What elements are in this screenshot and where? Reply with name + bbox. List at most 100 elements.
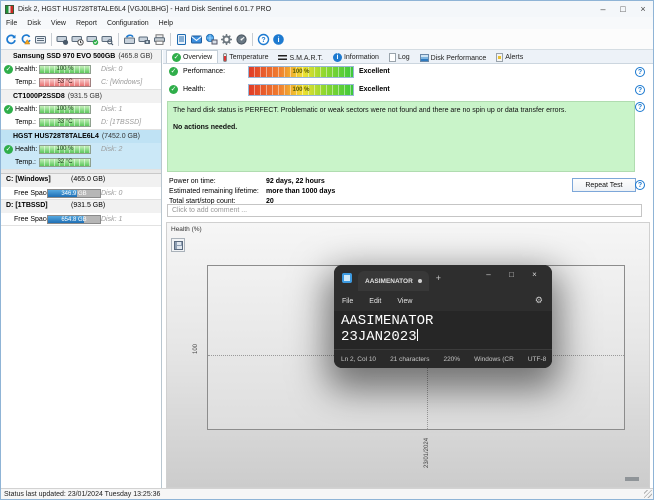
encoding: UTF-8 (521, 356, 552, 363)
notepad-titlebar: AASIMENATOR + – □ × (334, 265, 552, 291)
health-bar: 100 % (39, 65, 91, 74)
notepad-settings-gear-icon[interactable]: ⚙ (535, 295, 543, 306)
maximize-button[interactable]: □ (613, 1, 633, 17)
temp-bar: 53 °C (39, 78, 91, 87)
refresh-icon[interactable] (3, 31, 18, 47)
disk-tools-icon[interactable] (55, 31, 70, 47)
tab-temperature[interactable]: Temperature (218, 51, 273, 63)
menubar: File Disk View Report Configuration Help (1, 17, 653, 29)
free-space-label: Free Space (14, 216, 50, 223)
notepad-maximize-button[interactable]: □ (500, 265, 523, 287)
disk-check-icon[interactable] (85, 31, 100, 47)
volume-label: D: [1TBSSD] (101, 119, 141, 126)
disk-capacity: (931.5 GB) (68, 93, 102, 100)
disk-name: HGST HUS728T8TALE6L4 (13, 133, 99, 140)
email-icon[interactable] (189, 31, 204, 47)
help-icon[interactable]: ? (635, 180, 645, 190)
tab-overview[interactable]: ✓Overview (166, 50, 218, 63)
notepad-menubar: File Edit View ⚙ (334, 291, 552, 311)
app-icon (5, 5, 14, 14)
new-tab-button[interactable]: + (436, 273, 441, 283)
zoom-level: 220% (436, 356, 467, 363)
log-icon (389, 53, 396, 62)
disk-eject-icon[interactable] (122, 31, 137, 47)
lifetime-label: Estimated remaining lifetime: (169, 188, 259, 195)
action-text: No actions needed. (173, 123, 629, 132)
notepad-menu-view[interactable]: View (389, 298, 420, 305)
notepad-line-2: 23JAN2023 (341, 329, 417, 345)
tab-smart[interactable]: S.M.A.R.T. (273, 53, 327, 63)
floppy-disk-icon (174, 241, 183, 250)
save-chart-button[interactable] (171, 238, 185, 252)
notepad-window: AASIMENATOR + – □ × File Edit View ⚙ AAS… (334, 265, 552, 368)
health-rating: Excellent (359, 86, 390, 93)
temp-bar: 33 °C (39, 118, 91, 127)
health-ok-icon: ✓ (169, 85, 178, 94)
tab-information[interactable]: iInformation (328, 51, 384, 63)
settings-gear-icon[interactable] (219, 31, 234, 47)
tab-bar: ✓Overview Temperature S.M.A.R.T. iInform… (163, 50, 653, 64)
disk-name: Samsung SSD 970 EVO 500GB (13, 53, 115, 60)
report-icon[interactable] (174, 31, 189, 47)
close-button[interactable]: × (633, 1, 653, 17)
repeat-test-button[interactable]: Repeat Test (572, 178, 636, 192)
notepad-text-area[interactable]: AASIMENATOR23JAN2023 (334, 311, 552, 349)
notepad-app-icon (342, 273, 352, 283)
refresh-warning-icon[interactable] (18, 31, 33, 47)
disk-item-0[interactable]: Samsung SSD 970 EVO 500GB(465.8 GB) ✓Hea… (1, 50, 161, 90)
performance-chart-icon (420, 54, 429, 62)
resize-grip[interactable] (644, 490, 652, 498)
menu-view[interactable]: View (46, 20, 71, 27)
comment-input[interactable]: Click to add comment ... (167, 204, 642, 217)
health-label: Health: (15, 106, 37, 113)
partition-capacity: (931.5 GB) (71, 202, 105, 209)
notepad-tab-title: AASIMENATOR (365, 278, 413, 285)
menu-help[interactable]: Help (154, 20, 178, 27)
disk-item-1[interactable]: CT1000P2SSD8(931.5 GB) ✓Health:100 %Disk… (1, 90, 161, 130)
y-axis-tick: 100 (193, 344, 199, 354)
disk-overview-icon[interactable] (33, 31, 48, 47)
notepad-menu-file[interactable]: File (334, 298, 361, 305)
cursor-position: Ln 2, Col 10 (334, 356, 383, 363)
disk-item-2-selected[interactable]: HGST HUS728T8TALE6L4(7452.0 GB) ✓Health:… (1, 130, 161, 170)
tab-disk-performance[interactable]: Disk Performance (415, 52, 492, 63)
unsaved-dot-icon (418, 279, 422, 283)
help-icon[interactable]: ? (635, 85, 645, 95)
minimize-button[interactable]: – (593, 1, 613, 17)
menu-configuration[interactable]: Configuration (102, 20, 154, 27)
notepad-tab[interactable]: AASIMENATOR (358, 271, 429, 291)
disk-number: Disk: 2 (101, 146, 122, 153)
help-icon[interactable]: ? (635, 102, 645, 112)
gauge-icon[interactable] (234, 31, 249, 47)
performance-gauge: 100 % (248, 66, 354, 78)
notepad-minimize-button[interactable]: – (477, 265, 500, 287)
health-ok-icon: ✓ (4, 65, 13, 74)
help-icon[interactable]: ? (635, 67, 645, 77)
health-bar: 100 % (39, 145, 91, 154)
svg-text:?: ? (261, 37, 265, 44)
disk-capture-icon[interactable] (137, 31, 152, 47)
notepad-statusbar: Ln 2, Col 10 21 characters 220% Windows … (334, 349, 552, 368)
menu-file[interactable]: File (1, 20, 22, 27)
help-icon[interactable]: ? (256, 31, 271, 47)
menu-report[interactable]: Report (71, 20, 102, 27)
partition-item-d[interactable]: D: [1TBSSD](931.5 GB) Free Space 654.8 G… (1, 200, 161, 226)
menu-disk[interactable]: Disk (22, 20, 46, 27)
print-icon[interactable] (152, 31, 167, 47)
info-icon[interactable]: i (271, 31, 286, 47)
thermometer-icon (223, 53, 227, 62)
notepad-menu-edit[interactable]: Edit (361, 298, 389, 305)
tab-log[interactable]: Log (384, 51, 415, 63)
disk-clock-icon[interactable] (70, 31, 85, 47)
alerts-icon (496, 53, 503, 62)
partition-item-c[interactable]: C: [Windows](465.0 GB) Free Space 346.9 … (1, 174, 161, 200)
notepad-close-button[interactable]: × (523, 265, 546, 287)
smart-icon (278, 55, 287, 62)
network-icon[interactable] (204, 31, 219, 47)
tab-alerts[interactable]: Alerts (491, 51, 528, 63)
x-axis-tick: 23/01/2024 (424, 432, 430, 468)
chart-scrollbar-thumb[interactable] (625, 477, 639, 481)
lifetime-value: more than 1000 days (266, 188, 335, 195)
health-bar: 100 % (39, 105, 91, 114)
disk-search-icon[interactable] (100, 31, 115, 47)
